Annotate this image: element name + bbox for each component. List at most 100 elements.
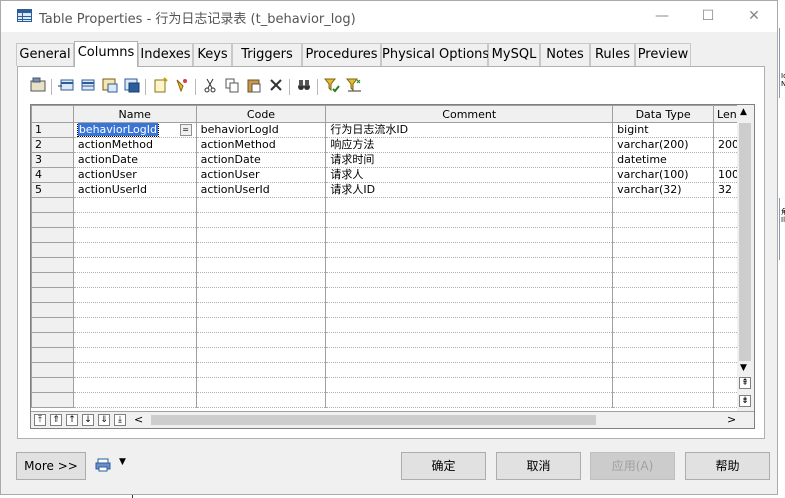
empty-row[interactable] [31, 212, 754, 228]
tab-rules[interactable]: Rules [590, 43, 635, 66]
table-row[interactable]: 1 behaviorLogId = behaviorLogId 行为日志流水ID bigi… [31, 122, 754, 138]
print-menu-button[interactable]: ▼ [95, 457, 126, 475]
table-row[interactable]: 3 actionDate actionDate 请求时间 datetime [31, 152, 754, 168]
cell-name[interactable]: actionUser [73, 167, 197, 183]
scroll-right-icon[interactable]: > [727, 413, 736, 426]
row-number-cell[interactable] [31, 242, 74, 258]
cell-data-type[interactable] [612, 197, 715, 213]
add-row-icon[interactable] [56, 77, 76, 97]
cell-comment[interactable] [325, 392, 614, 408]
cell-comment[interactable] [325, 197, 614, 213]
row-number-cell[interactable]: 5 [31, 182, 74, 198]
cell-name[interactable] [73, 302, 197, 318]
cell-name[interactable] [73, 197, 197, 213]
cell-data-type[interactable] [612, 212, 715, 228]
cell-name[interactable] [73, 392, 197, 408]
cell-code[interactable] [196, 332, 327, 348]
tab-notes[interactable]: Notes [540, 43, 590, 66]
table-row[interactable]: 2 actionMethod actionMethod 响应方法 varchar(200… [31, 137, 754, 153]
row-number-cell[interactable]: 4 [31, 167, 74, 183]
cell-data-type[interactable] [612, 377, 715, 393]
tab-triggers[interactable]: Triggers [232, 43, 302, 66]
vertical-scroll-thumb[interactable] [739, 123, 751, 361]
columns-grid[interactable]: Name Code Comment Data Type Len 1 behavio… [30, 104, 755, 429]
vertical-scrollbar[interactable]: ▲ ▼ ⇞ ⇟ [737, 105, 754, 412]
cell-code[interactable] [196, 272, 327, 288]
cell-code[interactable] [196, 287, 327, 303]
cell-comment[interactable] [325, 287, 614, 303]
cell-data-type[interactable] [612, 242, 715, 258]
delete-icon[interactable] [266, 77, 286, 97]
cell-data-type[interactable] [612, 347, 715, 363]
row-number-cell[interactable] [31, 272, 74, 288]
col-header-comment[interactable]: Comment [325, 105, 614, 123]
add-group-icon[interactable] [122, 77, 142, 97]
cell-data-type[interactable] [612, 332, 715, 348]
more-button[interactable]: More >> [16, 452, 86, 480]
cell-code[interactable] [196, 212, 327, 228]
corner-cell[interactable] [31, 105, 74, 123]
empty-row[interactable] [31, 242, 754, 258]
table-row[interactable]: 4 actionUser actionUser 请求人 varchar(100) 100 [31, 167, 754, 183]
scroll-bottom-icon[interactable]: ⇟ [739, 395, 751, 407]
binoculars-icon[interactable] [294, 77, 314, 97]
cell-ellipsis-button[interactable]: = [179, 124, 192, 136]
maximize-button[interactable]: ☐ [685, 1, 731, 32]
move-bottom-icon[interactable]: ⤓ [114, 414, 126, 426]
scroll-down-icon[interactable]: ▼ [740, 363, 747, 373]
tab-procedures[interactable]: Procedures [302, 43, 381, 66]
cell-name[interactable]: behaviorLogId = [73, 122, 197, 138]
tab-indexes[interactable]: Indexes [138, 43, 193, 66]
properties-icon[interactable] [28, 77, 48, 97]
cell-name[interactable] [73, 257, 197, 273]
empty-row[interactable] [31, 302, 754, 318]
cell-data-type[interactable] [612, 317, 715, 333]
tab-columns[interactable]: Columns [74, 41, 138, 67]
cell-data-type[interactable] [612, 272, 715, 288]
cell-name[interactable] [73, 362, 197, 378]
tab-preview[interactable]: Preview [635, 43, 691, 66]
row-number-cell[interactable] [31, 332, 74, 348]
cell-comment[interactable] [325, 317, 614, 333]
cell-data-type[interactable] [612, 302, 715, 318]
cell-name[interactable] [73, 242, 197, 258]
empty-row[interactable] [31, 347, 754, 363]
scroll-left-icon[interactable]: < [134, 413, 143, 426]
col-header-name[interactable]: Name [72, 105, 197, 123]
empty-row[interactable] [31, 317, 754, 333]
cell-name[interactable] [73, 227, 197, 243]
table-row[interactable]: 5 actionUserId actionUserId 请求人ID varchar(32… [31, 182, 754, 198]
row-number-cell[interactable] [31, 287, 74, 303]
selected-cell-text[interactable]: behaviorLogId [76, 122, 159, 137]
cell-data-type[interactable]: varchar(200) [612, 137, 715, 153]
row-number-cell[interactable] [31, 257, 74, 273]
move-down-icon[interactable]: ↓ [82, 414, 94, 426]
new-icon[interactable] [150, 77, 170, 97]
row-number-cell[interactable]: 1 [31, 122, 74, 138]
cell-code[interactable]: actionUser [196, 167, 327, 183]
cell-code[interactable] [196, 317, 327, 333]
row-number-cell[interactable] [31, 212, 74, 228]
cell-comment[interactable]: 响应方法 [325, 137, 614, 153]
cell-code[interactable] [196, 362, 327, 378]
filter-options-icon[interactable] [344, 77, 364, 97]
row-number-cell[interactable] [31, 392, 74, 408]
cell-code[interactable] [196, 392, 327, 408]
close-button[interactable]: ✕ [731, 1, 777, 32]
cell-data-type[interactable] [612, 257, 715, 273]
row-number-cell[interactable]: 2 [31, 137, 74, 153]
cell-comment[interactable] [325, 242, 614, 258]
tab-physical-options[interactable]: Physical Options [381, 43, 489, 66]
cell-code[interactable]: actionMethod [196, 137, 327, 153]
scroll-up-icon[interactable]: ▲ [740, 107, 747, 117]
cell-code[interactable] [196, 302, 327, 318]
cell-name[interactable] [73, 332, 197, 348]
empty-row[interactable] [31, 362, 754, 378]
cell-comment[interactable]: 请求人 [325, 167, 614, 183]
cell-comment[interactable] [325, 347, 614, 363]
row-number-cell[interactable] [31, 317, 74, 333]
cell-comment[interactable] [325, 227, 614, 243]
ok-button[interactable]: 确定 [401, 452, 486, 480]
cell-comment[interactable] [325, 302, 614, 318]
cell-code[interactable] [196, 347, 327, 363]
